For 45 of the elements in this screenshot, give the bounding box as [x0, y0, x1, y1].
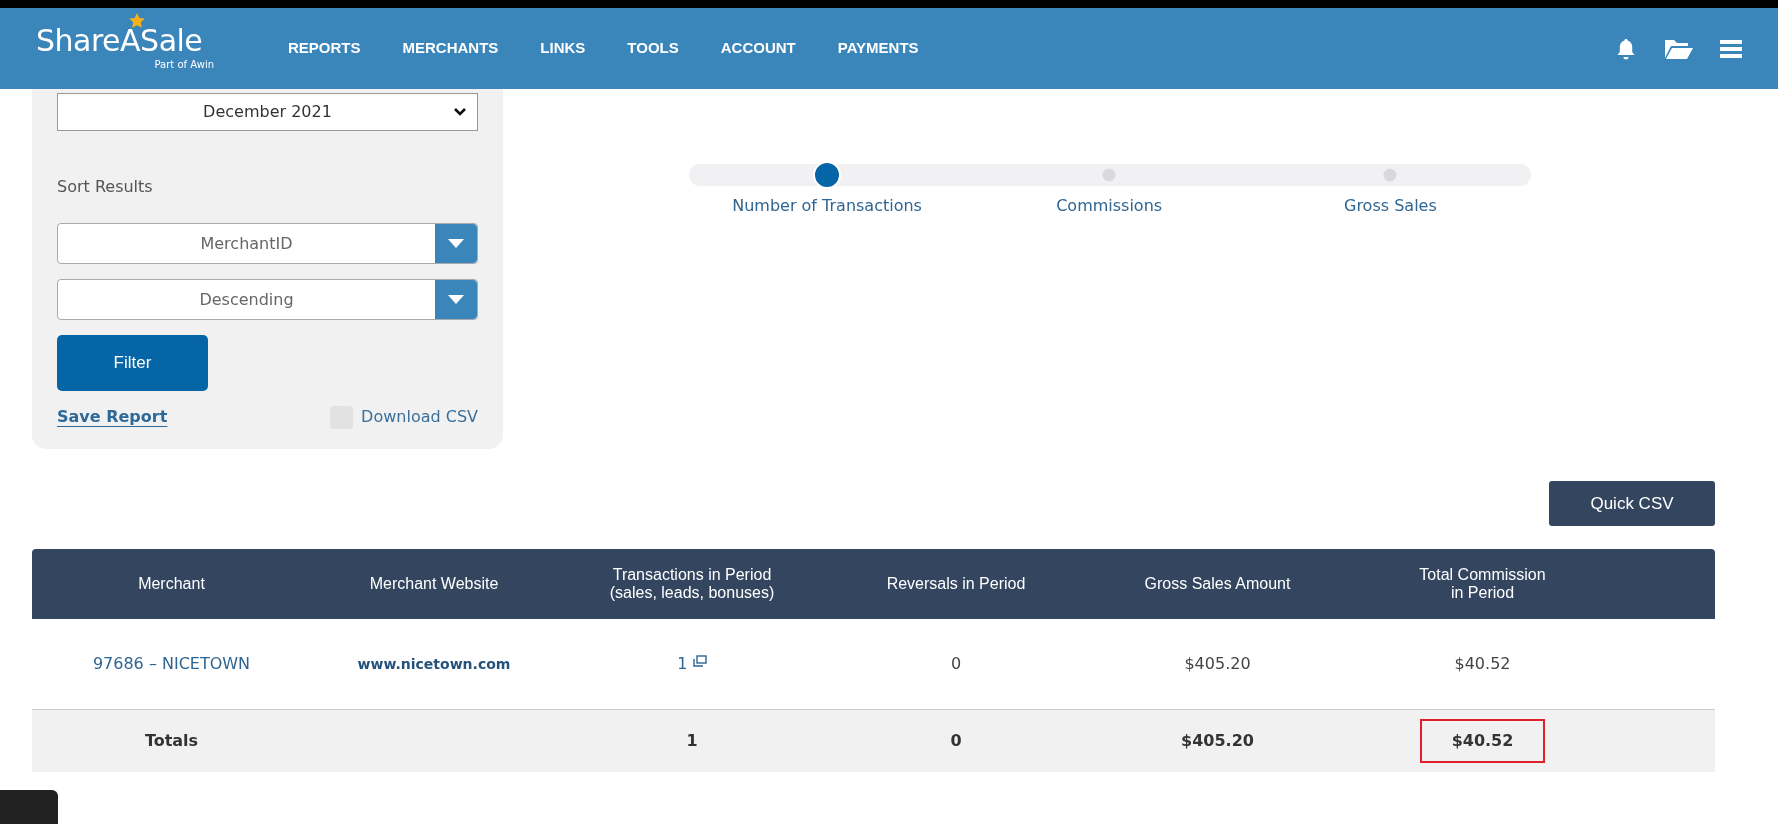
- website-link[interactable]: www.nicetown.com: [357, 656, 511, 672]
- quick-csv-button[interactable]: Quick CSV: [1549, 481, 1715, 526]
- column-header: Reversals in Period: [885, 574, 1027, 594]
- merchant-link[interactable]: 97686 – NICETOWN: [92, 654, 251, 673]
- nav-link-item[interactable]: TOOLS: [627, 37, 679, 60]
- logo-text[interactable]: ShareASale: [36, 25, 214, 56]
- nav-link-item[interactable]: REPORTS: [288, 37, 361, 60]
- totals-label: Totals: [144, 731, 199, 750]
- column-header: Total Commission in Period: [1418, 565, 1547, 603]
- table-cell: 0: [950, 654, 962, 673]
- highlighted-total-cell: $40.52: [1419, 719, 1546, 763]
- count-link[interactable]: 1: [677, 654, 688, 673]
- total-cell-text: 0: [949, 730, 963, 752]
- nav-link-item[interactable]: LINKS: [540, 37, 586, 60]
- field-label: Sort Results: [57, 176, 154, 198]
- step-dot[interactable]: [1383, 168, 1397, 182]
- caret-icon: [448, 239, 464, 248]
- save-report-link[interactable]: Save Report: [57, 405, 168, 429]
- step-label[interactable]: Gross Sales: [1344, 194, 1437, 218]
- logo-tagline: Part of Awin: [154, 57, 214, 72]
- filter-button[interactable]: Filter: [57, 335, 208, 391]
- checkbox-label: Download CSV: [361, 406, 478, 428]
- step-label[interactable]: Number of Transactions: [732, 194, 922, 218]
- column-header: Merchant Website: [368, 574, 500, 594]
- nav-link-item[interactable]: PAYMENTS: [837, 37, 919, 60]
- column-header: Merchant: [137, 574, 206, 594]
- total-cell-text: 1: [685, 730, 699, 752]
- total-cell-text: $405.20: [1180, 730, 1255, 752]
- menu-icon[interactable]: [1720, 38, 1742, 59]
- nav-link-item[interactable]: ACCOUNT: [720, 37, 796, 60]
- chevron-icon: [453, 107, 467, 117]
- sort-select[interactable]: MerchantID: [57, 223, 478, 264]
- period-select[interactable]: December 2021: [57, 93, 478, 131]
- table-cell: $40.52: [1454, 654, 1511, 673]
- step-dot[interactable]: [1102, 168, 1116, 182]
- table-cell: $405.20: [1184, 654, 1251, 673]
- nav-link-item[interactable]: MERCHANTS: [402, 37, 499, 60]
- column-header: Transactions in Period (sales, leads, bonuses): [608, 565, 776, 603]
- step-label[interactable]: Commissions: [1056, 194, 1163, 218]
- step-dot[interactable]: [813, 161, 842, 189]
- sort-select[interactable]: Descending: [57, 279, 478, 320]
- column-header: Gross Sales Amount: [1143, 574, 1292, 594]
- caret-icon: [448, 295, 464, 304]
- popup-icon[interactable]: [692, 655, 707, 667]
- star-icon: [128, 11, 146, 30]
